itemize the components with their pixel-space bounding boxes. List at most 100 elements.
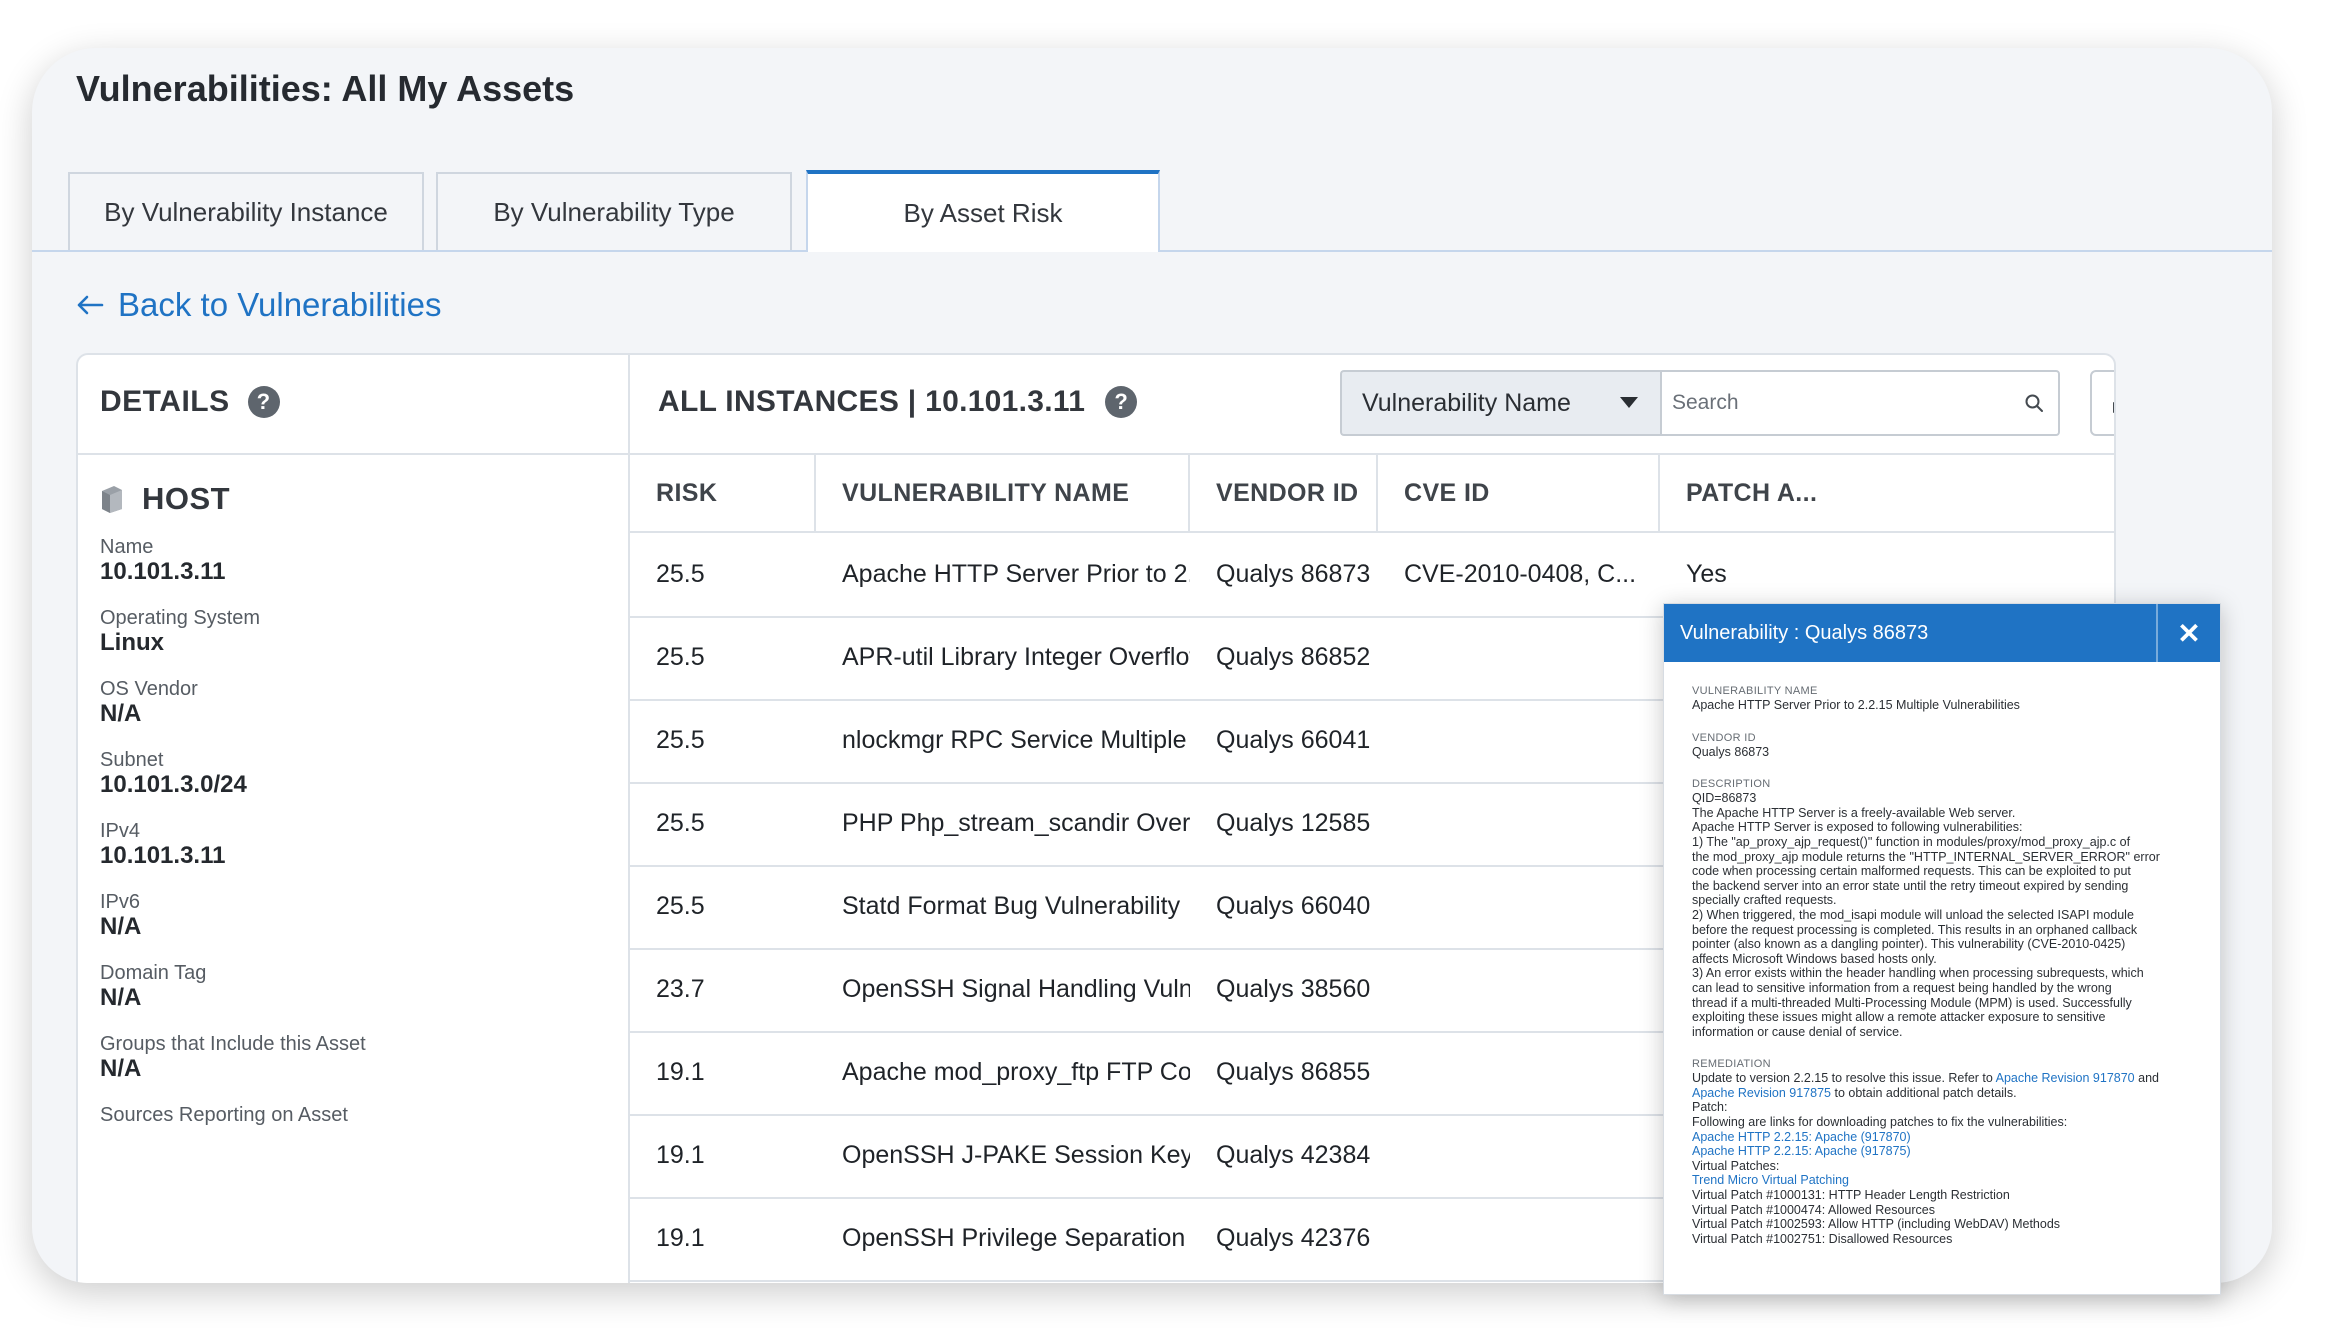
vendor-value: Qualys 86873 bbox=[1692, 744, 1770, 759]
column-header-vendor-id[interactable]: VENDOR ID bbox=[1190, 455, 1378, 531]
description-line: thread if a multi-threaded Multi-Process… bbox=[1692, 995, 2132, 1010]
field-label: IPv6 bbox=[100, 891, 141, 913]
popup-title: Vulnerability : Qualys 86873 bbox=[1680, 621, 1929, 644]
description-line: 3) An error exists within the header han… bbox=[1692, 966, 2144, 981]
description-line: 2) When triggered, the mod_isapi module … bbox=[1692, 907, 2134, 922]
description-line: specially crafted requests. bbox=[1692, 893, 1837, 908]
field-label: Sources Reporting on Asset bbox=[100, 1104, 348, 1126]
patch-label: Patch: bbox=[1692, 1100, 1728, 1115]
remediation-text-part: to obtain additional patch details. bbox=[1831, 1085, 2017, 1100]
description-line: the backend server into an error state u… bbox=[1692, 878, 2129, 893]
virtual-patch-line: Virtual Patch #1002593: Allow HTTP (incl… bbox=[1692, 1217, 2061, 1232]
column-header-risk[interactable]: RISK bbox=[630, 455, 816, 531]
help-icon[interactable]: ? bbox=[1105, 386, 1138, 418]
patch-intro: Following are links for downloading patc… bbox=[1692, 1115, 2068, 1130]
search-field-select[interactable]: Vulnerability Name bbox=[1340, 370, 1660, 436]
description-line: the mod_proxy_ajp module returns the "HT… bbox=[1692, 849, 2160, 864]
description-line: before the request processing is complet… bbox=[1692, 922, 2138, 937]
close-button[interactable]: ✕ bbox=[2156, 604, 2220, 662]
back-to-vulnerabilities-link[interactable]: Back to Vulnerabilities bbox=[76, 286, 441, 324]
popup-vuln-name: VULNERABILITY NAME Apache HTTP Server Pr… bbox=[1692, 684, 2202, 713]
popup-vendor: VENDOR ID Qualys 86873 bbox=[1692, 731, 2202, 760]
field-ipv6: IPv6 N/A bbox=[100, 890, 141, 940]
description-line: affects Microsoft Windows based hosts on… bbox=[1692, 951, 1937, 966]
tab-by-asset-risk[interactable]: By Asset Risk bbox=[806, 170, 1160, 252]
cell-risk: 25.5 bbox=[656, 892, 705, 920]
help-icon[interactable]: ? bbox=[247, 386, 280, 418]
cell-vulnerability-name: OpenSSH J-PAKE Session Key Retrieval Vul… bbox=[842, 1141, 1190, 1169]
description-label: DESCRIPTION bbox=[1692, 778, 1771, 791]
field-operating-system: Operating System Linux bbox=[100, 606, 260, 656]
description-line: The Apache HTTP Server is a freely-avail… bbox=[1692, 805, 2016, 820]
tab-by-vulnerability-instance[interactable]: By Vulnerability Instance bbox=[68, 172, 424, 250]
description-line: exploiting these issues might allow a re… bbox=[1692, 1010, 2106, 1025]
popup-body: VULNERABILITY NAME Apache HTTP Server Pr… bbox=[1692, 684, 2202, 1264]
field-label: Name bbox=[100, 536, 154, 558]
details-column: DETAILS ? HOST Name 10.101.3.11 Operatin… bbox=[78, 355, 630, 1283]
cell-risk: 19.1 bbox=[656, 1141, 705, 1169]
virtual-patch-line: Virtual Patch #1000131: HTTP Header Leng… bbox=[1692, 1188, 2010, 1203]
cell-risk: 25.5 bbox=[656, 726, 705, 754]
field-value: 10.101.3.0/24 bbox=[100, 771, 247, 798]
search-input[interactable]: Search bbox=[1660, 370, 2060, 436]
cell-vendor-id: Qualys 38560 bbox=[1216, 975, 1371, 1003]
cell-vendor-id: Qualys 66041 bbox=[1216, 726, 1371, 754]
description-line: can lead to sensitive information from a… bbox=[1692, 980, 2112, 995]
apache-revision-917875-link[interactable]: Apache Revision 917875 bbox=[1692, 1086, 1831, 1100]
instances-title-text: ALL INSTANCES | 10.101.3.11 bbox=[658, 385, 1086, 418]
field-name: Name 10.101.3.11 bbox=[100, 535, 225, 585]
description-line: code when processing certain malformed r… bbox=[1692, 864, 2131, 879]
search-icon[interactable] bbox=[2024, 393, 2044, 413]
tab-by-vulnerability-type[interactable]: By Vulnerability Type bbox=[436, 172, 792, 250]
cell-vulnerability-name: nlockmgr RPC Service Multiple Vulnerabil… bbox=[842, 726, 1190, 754]
vuln-name-label: VULNERABILITY NAME bbox=[1692, 685, 1818, 697]
field-value: N/A bbox=[100, 913, 142, 940]
field-os-vendor: OS Vendor N/A bbox=[100, 677, 198, 727]
field-value: 10.101.3.11 bbox=[100, 842, 226, 869]
column-header-cve-id[interactable]: CVE ID bbox=[1378, 455, 1660, 531]
field-domain-tag: Domain Tag N/A bbox=[100, 961, 206, 1011]
field-value: N/A bbox=[100, 984, 142, 1011]
cell-risk: 23.7 bbox=[656, 975, 705, 1003]
remediation-text-part: and bbox=[2134, 1071, 2159, 1086]
cell-risk: 19.1 bbox=[656, 1224, 705, 1252]
cell-vendor-id: Qualys 42384 bbox=[1216, 1141, 1371, 1169]
host-title-text: HOST bbox=[142, 481, 231, 516]
cell-vulnerability-name: Apache HTTP Server Prior to 2.2.15 Multi… bbox=[842, 560, 1190, 588]
field-value: 10.101.3.11 bbox=[100, 558, 226, 585]
cell-cve-id: CVE-2010-0408, C... bbox=[1404, 560, 1637, 588]
export-button[interactable] bbox=[2090, 370, 2114, 436]
cell-vendor-id: Qualys 86855 bbox=[1216, 1058, 1371, 1086]
remediation-text-part: Update to version 2.2.15 to resolve this… bbox=[1692, 1071, 1996, 1086]
vuln-name-value: Apache HTTP Server Prior to 2.2.15 Multi… bbox=[1692, 698, 2020, 712]
patch-link[interactable]: Apache HTTP 2.2.15: Apache (917875) bbox=[1692, 1144, 2202, 1159]
field-label: IPv4 bbox=[100, 820, 141, 842]
search-field-select-value: Vulnerability Name bbox=[1362, 388, 1571, 417]
field-groups: Groups that Include this Asset N/A bbox=[100, 1032, 366, 1082]
details-title: DETAILS ? bbox=[100, 385, 280, 419]
server-icon bbox=[102, 486, 122, 513]
patch-link[interactable]: Apache HTTP 2.2.15: Apache (917870) bbox=[1692, 1130, 2202, 1145]
virtual-patch-line: Virtual Patch #1002751: Disallowed Resou… bbox=[1692, 1231, 1953, 1246]
cell-vendor-id: Qualys 42376 bbox=[1216, 1224, 1371, 1252]
popup-remediation: REMEDIATION Update to version 2.2.15 to … bbox=[1692, 1057, 2202, 1246]
virtual-patches-label: Virtual Patches: bbox=[1692, 1158, 1780, 1173]
arrow-left-icon bbox=[77, 295, 104, 315]
field-value: Linux bbox=[100, 629, 164, 656]
cell-vendor-id: Qualys 66040 bbox=[1216, 892, 1371, 920]
remediation-text: Update to version 2.2.15 to resolve this… bbox=[1692, 1071, 2202, 1100]
cell-vulnerability-name: PHP Php_stream_scandir Overflow And O... bbox=[842, 809, 1190, 837]
cell-vulnerability-name: Statd Format Bug Vulnerability bbox=[842, 892, 1181, 920]
table-header: RISK VULNERABILITY NAME VENDOR ID CVE ID… bbox=[630, 455, 2114, 533]
virtual-patch-line: Virtual Patch #1000474: Allowed Resource… bbox=[1692, 1202, 1935, 1217]
cell-vendor-id: Qualys 12585 bbox=[1216, 809, 1371, 837]
trend-micro-virtual-patching-link[interactable]: Trend Micro Virtual Patching bbox=[1692, 1173, 2202, 1188]
field-ipv4: IPv4 10.101.3.11 bbox=[100, 819, 225, 869]
apache-revision-917870-link[interactable]: Apache Revision 917870 bbox=[1996, 1071, 2135, 1085]
description-line: QID=86873 bbox=[1692, 791, 1757, 806]
details-title-text: DETAILS bbox=[100, 385, 230, 418]
column-header-vulnerability-name[interactable]: VULNERABILITY NAME bbox=[816, 455, 1190, 531]
cell-vulnerability-name: Apache mod_proxy_ftp FTP Command Inj... bbox=[842, 1058, 1190, 1086]
column-header-patch-available[interactable]: PATCH A... bbox=[1660, 455, 1844, 531]
field-value: N/A bbox=[100, 700, 142, 727]
